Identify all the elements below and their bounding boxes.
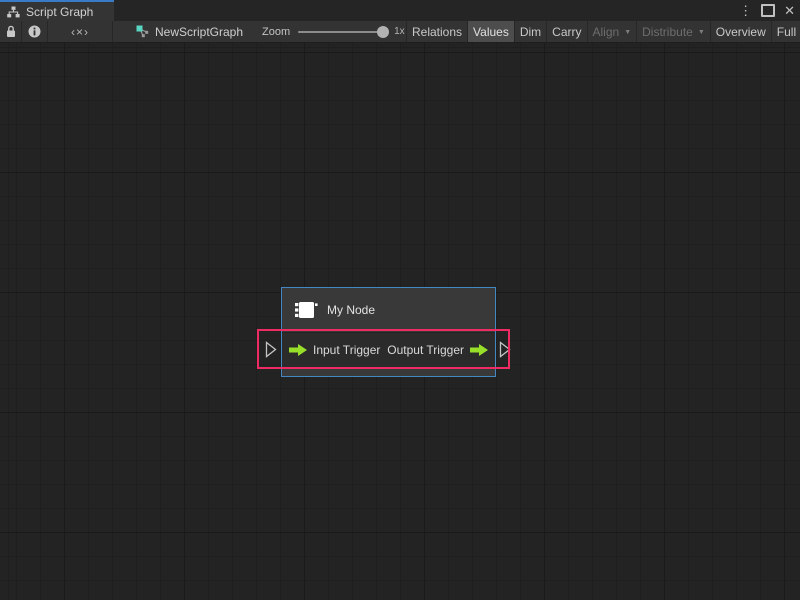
- flow-arrow-icon: [289, 344, 307, 356]
- tab-title: Script Graph: [26, 5, 93, 19]
- inspect-button[interactable]: [22, 21, 48, 42]
- maximize-icon[interactable]: [761, 4, 775, 17]
- input-trigger-port[interactable]: Input Trigger: [289, 333, 380, 367]
- overview-button[interactable]: Overview: [711, 21, 772, 42]
- toolbar-right-group: Relations Values Dim Carry Align ▼ Distr…: [406, 21, 800, 42]
- more-menu-icon[interactable]: ⋮: [739, 4, 752, 17]
- zoom-label: Zoom: [262, 26, 290, 38]
- lock-button[interactable]: [0, 21, 22, 42]
- window-controls: ⋮ ✕: [739, 0, 795, 21]
- zoom-slider-handle[interactable]: [377, 26, 389, 38]
- script-graph-icon: [7, 6, 20, 18]
- carry-button[interactable]: Carry: [547, 21, 587, 42]
- graph-name-label: NewScriptGraph: [155, 25, 243, 39]
- node-my-node[interactable]: My Node Input Trigger Output Trigger: [281, 287, 496, 377]
- toolbar-left-group: ‹×›: [0, 21, 113, 42]
- node-ports-row: Input Trigger Output Trigger: [282, 332, 495, 368]
- input-connection-triangle-icon[interactable]: [265, 341, 277, 358]
- zoom-value: 1x: [394, 26, 405, 37]
- window-tab-bar: Script Graph ⋮ ✕: [0, 0, 800, 21]
- chevron-down-icon: ▼: [624, 29, 631, 36]
- tab-script-graph[interactable]: Script Graph: [0, 0, 114, 21]
- relations-button[interactable]: Relations: [406, 21, 468, 42]
- align-dropdown[interactable]: Align ▼: [588, 21, 638, 42]
- lock-icon: [5, 25, 17, 38]
- graph-asset-icon: [136, 25, 149, 38]
- code-preview-icon: ‹×›: [71, 25, 89, 39]
- zoom-slider[interactable]: [298, 31, 386, 33]
- fullscreen-button[interactable]: Full Screen: [772, 21, 800, 42]
- input-port-label: Input Trigger: [313, 343, 380, 357]
- close-icon[interactable]: ✕: [784, 4, 795, 17]
- node-header[interactable]: My Node: [282, 288, 495, 332]
- output-connection-triangle-icon[interactable]: [499, 341, 511, 358]
- node-title: My Node: [327, 303, 375, 317]
- code-preview-button[interactable]: ‹×›: [48, 21, 113, 42]
- zoom-control: Zoom 1x: [262, 21, 405, 42]
- flow-arrow-icon: [470, 344, 488, 356]
- output-port-label: Output Trigger: [387, 343, 464, 357]
- unit-icon: [293, 300, 318, 320]
- info-icon: [28, 25, 41, 38]
- output-trigger-port[interactable]: Output Trigger: [387, 333, 488, 367]
- dim-button[interactable]: Dim: [515, 21, 547, 42]
- graph-toolbar: ‹×› NewScriptGraph Zoom 1x Relations Val…: [0, 21, 800, 43]
- graph-breadcrumb[interactable]: NewScriptGraph: [136, 21, 243, 42]
- chevron-down-icon: ▼: [698, 29, 705, 36]
- distribute-dropdown[interactable]: Distribute ▼: [637, 21, 711, 42]
- values-button[interactable]: Values: [468, 21, 515, 42]
